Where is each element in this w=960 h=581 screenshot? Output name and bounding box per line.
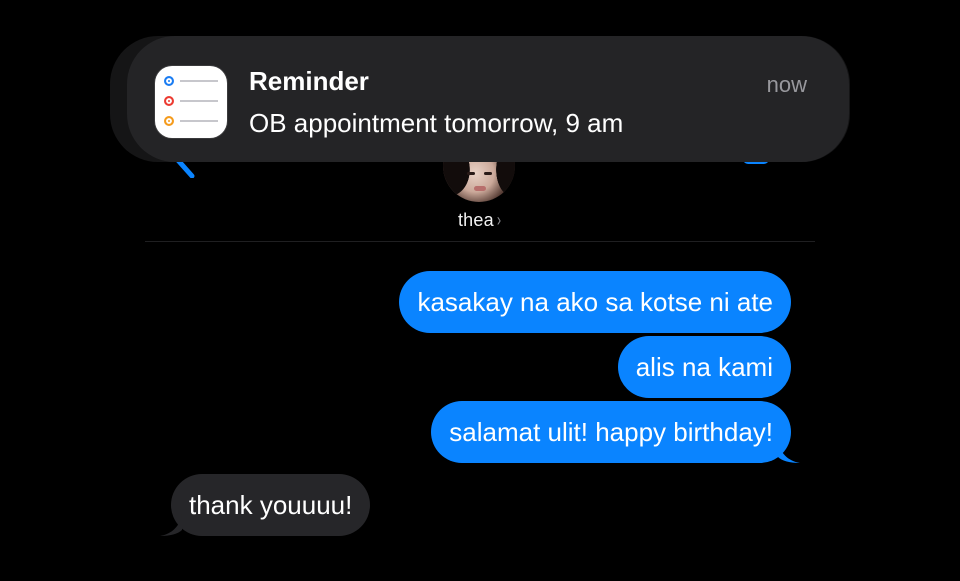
reminders-app-icon bbox=[155, 66, 227, 138]
notification-title: Reminder bbox=[249, 66, 369, 96]
header-divider bbox=[145, 241, 815, 242]
received-message-bubble[interactable]: thank youuuu! bbox=[171, 474, 371, 536]
received-bubble-tail bbox=[160, 514, 182, 536]
message-text: alis na kami bbox=[635, 352, 773, 382]
sent-bubble-tail bbox=[778, 441, 800, 463]
list-line-icon bbox=[180, 100, 218, 102]
sent-message-bubble[interactable]: salamat ulit! happy birthday! bbox=[431, 401, 791, 463]
avatar-photo-eye bbox=[467, 172, 475, 175]
red-list-dot-icon bbox=[164, 96, 174, 106]
avatar-photo-lips bbox=[474, 186, 486, 191]
sent-message-bubble[interactable]: kasakay na ako sa kotse ni ate bbox=[399, 271, 791, 333]
sent-message-bubble[interactable]: alis na kami bbox=[617, 336, 791, 398]
orange-list-dot-icon bbox=[164, 116, 174, 126]
notification-body: OB appointment tomorrow, 9 am bbox=[249, 108, 624, 138]
blue-list-dot-icon bbox=[164, 76, 174, 86]
list-line-icon bbox=[180, 120, 218, 122]
chevron-right-icon: › bbox=[496, 210, 502, 230]
message-text: kasakay na ako sa kotse ni ate bbox=[417, 287, 773, 317]
reminder-notification-banner[interactable]: Reminder OB appointment tomorrow, 9 am n… bbox=[127, 36, 849, 162]
message-text: salamat ulit! happy birthday! bbox=[449, 417, 773, 447]
list-line-icon bbox=[180, 80, 218, 82]
notification-time: now bbox=[766, 72, 807, 97]
contact-name-button[interactable]: thea › bbox=[0, 210, 960, 231]
contact-name: thea bbox=[457, 210, 494, 230]
avatar-photo-eye bbox=[484, 172, 492, 175]
message-text: thank youuuu! bbox=[189, 490, 353, 520]
